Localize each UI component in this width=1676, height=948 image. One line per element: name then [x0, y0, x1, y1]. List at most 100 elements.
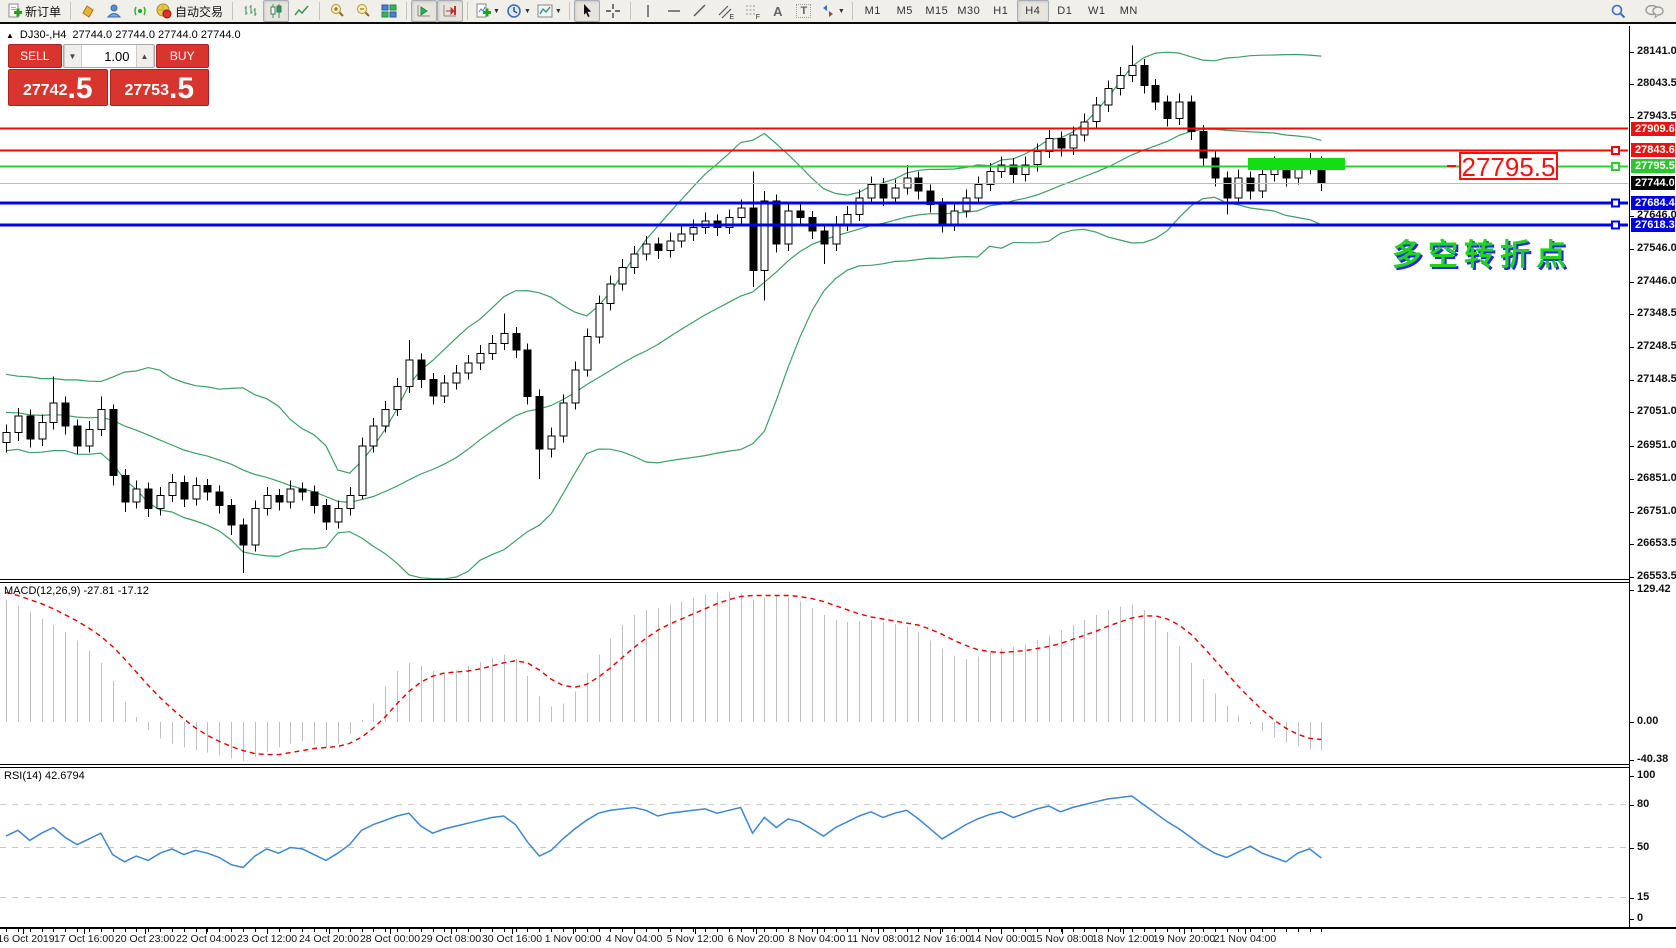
arrows-tool[interactable]: ▼: [817, 0, 848, 22]
bar-chart-icon: [242, 3, 258, 19]
text-tool[interactable]: A: [765, 0, 791, 22]
price-tick-label: 26951.0: [1637, 439, 1676, 451]
highlight-rectangle[interactable]: [1248, 158, 1345, 170]
date-minor-tick: [314, 929, 315, 932]
panel-splitter-rsi[interactable]: [0, 764, 1676, 768]
chart-shift-icon: [442, 3, 458, 19]
date-minor-tick: [776, 929, 777, 932]
tile-windows-button[interactable]: [376, 0, 402, 22]
timeframe-mn[interactable]: MN: [1113, 0, 1145, 22]
periods-button[interactable]: ▼: [503, 0, 534, 22]
date-minor-tick: [942, 929, 943, 932]
hline-handle[interactable]: [1612, 200, 1619, 207]
chart-shift-button[interactable]: [437, 0, 463, 22]
axis-tick-mark: [1630, 380, 1634, 381]
price-tick-label: 27546.0: [1637, 242, 1676, 254]
date-label: 6 Nov 20:00: [728, 933, 785, 945]
toolbar-separator: [319, 2, 320, 20]
timeframe-w1[interactable]: W1: [1081, 0, 1113, 22]
bar-chart-button[interactable]: [237, 0, 263, 22]
date-label: 30 Oct 16:00: [482, 933, 542, 945]
date-minor-tick: [326, 929, 327, 932]
new-order-button[interactable]: 新订单: [3, 0, 66, 22]
date-minor-tick: [1132, 929, 1133, 932]
buy-button[interactable]: BUY: [156, 44, 210, 68]
date-minor-tick: [1144, 929, 1145, 932]
autotrade-label: 自动交易: [175, 3, 223, 20]
hline-handle[interactable]: [1612, 147, 1619, 154]
chat-button[interactable]: [1641, 0, 1667, 22]
zoom-in-button[interactable]: [324, 0, 350, 22]
date-minor-tick: [930, 929, 931, 932]
search-button[interactable]: [1605, 0, 1631, 22]
date-minor-tick: [53, 929, 54, 932]
channel-tool[interactable]: E: [713, 0, 739, 22]
mt4-window: 新订单 自动交易 ▼ ▼ ▼ E F A T ▼: [0, 0, 1676, 948]
text-label-tool[interactable]: T: [791, 0, 817, 22]
axis-tick-mark: [1630, 347, 1634, 348]
trendline-icon: [692, 3, 708, 19]
gold-badge-icon: [80, 3, 96, 19]
date-minor-tick: [800, 929, 801, 932]
zoom-out-button[interactable]: [350, 0, 376, 22]
price-callout-box[interactable]: 27795.5: [1459, 152, 1558, 180]
date-axis[interactable]: 16 Oct 201917 Oct 16:0020 Oct 23:0022 Oc…: [0, 927, 1676, 948]
hline-handle[interactable]: [1612, 221, 1619, 228]
toolbar-right-icons: [1605, 0, 1673, 22]
chinese-annotation-text[interactable]: 多空转折点: [1392, 230, 1572, 274]
collapse-triangle-icon[interactable]: ▲: [6, 31, 14, 40]
symbol-info-line: ▲ DJ30-,H4 27744.0 27744.0 27744.0 27744…: [6, 29, 241, 41]
text-label-icon: T: [796, 4, 811, 18]
symbol-period-label: DJ30-,H4: [20, 29, 66, 41]
timeframe-m1[interactable]: M1: [857, 0, 889, 22]
signal-icon: [132, 3, 148, 19]
price-tick-label: 26653.5: [1637, 537, 1676, 549]
volume-increase-button[interactable]: ▲: [136, 45, 154, 67]
autotrade-button[interactable]: 自动交易: [153, 0, 228, 22]
sell-price-display[interactable]: 27742.5: [8, 69, 108, 106]
price-tick-label: 26851.0: [1637, 472, 1676, 484]
trendline-tool[interactable]: [687, 0, 713, 22]
hline-handle[interactable]: [1612, 163, 1619, 170]
timeframe-m30[interactable]: M30: [953, 0, 985, 22]
horizontal-lines[interactable]: [0, 129, 1628, 229]
community-button[interactable]: [101, 0, 127, 22]
volume-input[interactable]: [82, 45, 136, 67]
fibonacci-tool[interactable]: F: [739, 0, 765, 22]
sell-button[interactable]: SELL: [8, 44, 62, 68]
indicators-button[interactable]: ▼: [472, 0, 503, 22]
date-minor-tick: [42, 929, 43, 932]
signals-button[interactable]: [127, 0, 153, 22]
cursor-button[interactable]: [574, 0, 600, 22]
date-minor-tick: [587, 929, 588, 932]
date-minor-tick: [1203, 929, 1204, 932]
panel-splitter-macd[interactable]: [0, 579, 1676, 583]
candle-chart-button[interactable]: [263, 0, 289, 22]
axis-tick-mark: [1630, 84, 1634, 85]
volume-decrease-button[interactable]: ▼: [64, 45, 82, 67]
date-minor-tick: [6, 929, 7, 932]
templates-button[interactable]: ▼: [534, 0, 565, 22]
timeframe-h1[interactable]: H1: [985, 0, 1017, 22]
buy-price-display[interactable]: 27753.5: [110, 69, 210, 106]
price-tick-label: 28141.0: [1637, 45, 1676, 57]
vertical-line-tool[interactable]: [635, 0, 661, 22]
candlesticks: [3, 46, 1325, 574]
timeframe-m5[interactable]: M5: [889, 0, 921, 22]
date-minor-tick: [255, 929, 256, 932]
horizontal-line-tool[interactable]: [661, 0, 687, 22]
timeframe-h4[interactable]: H4: [1017, 0, 1049, 22]
date-minor-tick: [148, 929, 149, 932]
date-minor-tick: [480, 929, 481, 932]
date-minor-tick: [622, 929, 623, 932]
auto-scroll-button[interactable]: [411, 0, 437, 22]
price-tick-label: 27248.5: [1637, 340, 1676, 352]
timeframe-m15[interactable]: M15: [921, 0, 953, 22]
crosshair-button[interactable]: [600, 0, 626, 22]
chart-canvas[interactable]: [0, 26, 1629, 927]
timeframe-d1[interactable]: D1: [1049, 0, 1081, 22]
metaquotes-button[interactable]: [75, 0, 101, 22]
price-axis[interactable]: 27909.627843.627795.527744.027684.427618…: [1629, 26, 1676, 927]
line-chart-button[interactable]: [289, 0, 315, 22]
crosshair-icon: [605, 3, 621, 19]
